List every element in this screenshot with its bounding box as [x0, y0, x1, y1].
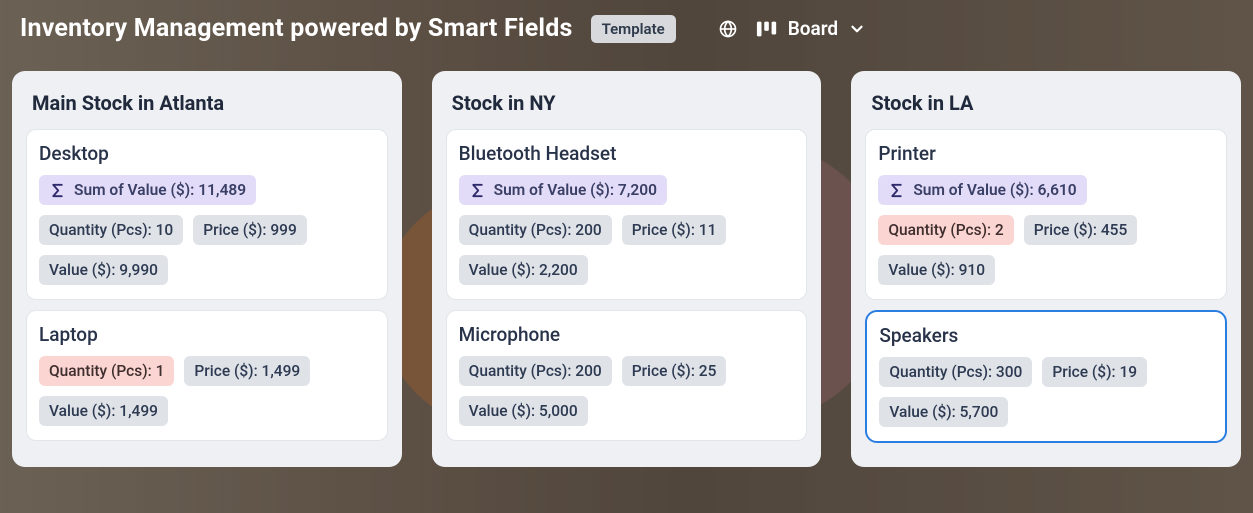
price-tag: Price ($): 455 [1024, 215, 1138, 245]
sum-text: Sum of Value ($): 11,489 [74, 181, 246, 199]
quantity-tag: Quantity (Pcs): 200 [459, 215, 612, 245]
sum-tag: Sum of Value ($): 6,610 [878, 175, 1086, 205]
price-tag: Price ($): 25 [622, 356, 727, 386]
column-title: Main Stock in Atlanta [26, 85, 388, 129]
board-column: Main Stock in Atlanta Desktop Sum of Value… [12, 71, 402, 467]
tag-row: Quantity (Pcs): 300 Price ($): 19 [879, 357, 1213, 387]
value-tag: Value ($): 910 [878, 255, 995, 285]
value-tag: Value ($): 2,200 [459, 255, 588, 285]
card-title: Microphone [459, 323, 795, 346]
sigma-icon [888, 182, 905, 199]
value-tag: Value ($): 9,990 [39, 255, 168, 285]
quantity-tag: Quantity (Pcs): 1 [39, 356, 174, 386]
tag-row: Value ($): 1,499 [39, 396, 375, 426]
tag-row: Quantity (Pcs): 200 Price ($): 11 [459, 215, 795, 245]
price-tag: Price ($): 1,499 [184, 356, 310, 386]
sigma-icon [49, 182, 66, 199]
sum-text: Sum of Value ($): 6,610 [913, 181, 1076, 199]
tag-row: Value ($): 5,700 [879, 397, 1213, 427]
card-title: Bluetooth Headset [459, 142, 795, 165]
price-tag: Price ($): 11 [622, 215, 727, 245]
board-icon [756, 19, 778, 39]
tag-row: Quantity (Pcs): 2 Price ($): 455 [878, 215, 1214, 245]
tag-row: Quantity (Pcs): 200 Price ($): 25 [459, 356, 795, 386]
column-title: Stock in LA [865, 85, 1227, 129]
globe-icon[interactable] [718, 19, 738, 39]
sum-text: Sum of Value ($): 7,200 [494, 181, 657, 199]
card-title: Laptop [39, 323, 375, 346]
tag-row: Value ($): 9,990 [39, 255, 375, 285]
tag-row: Value ($): 5,000 [459, 396, 795, 426]
quantity-tag: Quantity (Pcs): 10 [39, 215, 183, 245]
card[interactable]: Laptop Quantity (Pcs): 1 Price ($): 1,499 V… [26, 310, 388, 441]
tag-row: Quantity (Pcs): 10 Price ($): 999 [39, 215, 375, 245]
card[interactable]: Bluetooth Headset Sum of Value ($): 7,200… [446, 129, 808, 300]
view-switcher[interactable]: Board [756, 17, 866, 40]
card-title: Desktop [39, 142, 375, 165]
tag-row: Value ($): 2,200 [459, 255, 795, 285]
card[interactable]: Printer Sum of Value ($): 6,610 Quantity (… [865, 129, 1227, 300]
template-badge[interactable]: Template [591, 15, 676, 43]
sum-tag: Sum of Value ($): 7,200 [459, 175, 667, 205]
tag-row: Quantity (Pcs): 1 Price ($): 1,499 [39, 356, 375, 386]
page-title: Inventory Management powered by Smart Fi… [20, 14, 573, 43]
value-tag: Value ($): 5,700 [879, 397, 1008, 427]
board: Main Stock in Atlanta Desktop Sum of Value… [0, 53, 1253, 479]
card[interactable]: Speakers Quantity (Pcs): 300 Price ($): 19… [865, 310, 1227, 443]
tag-row: Sum of Value ($): 11,489 [39, 175, 375, 205]
board-column: Stock in LA Printer Sum of Value ($): 6,61… [851, 71, 1241, 467]
quantity-tag: Quantity (Pcs): 300 [879, 357, 1032, 387]
tag-row: Sum of Value ($): 7,200 [459, 175, 795, 205]
header-bar: Inventory Management powered by Smart Fi… [0, 0, 1253, 53]
price-tag: Price ($): 19 [1042, 357, 1147, 387]
value-tag: Value ($): 5,000 [459, 396, 588, 426]
card-title: Speakers [879, 324, 1213, 347]
tag-row: Value ($): 910 [878, 255, 1214, 285]
board-column: Stock in NY Bluetooth Headset Sum of Value… [432, 71, 822, 467]
sigma-icon [469, 182, 486, 199]
tag-row: Sum of Value ($): 6,610 [878, 175, 1214, 205]
sum-tag: Sum of Value ($): 11,489 [39, 175, 256, 205]
view-label: Board [788, 17, 838, 40]
card[interactable]: Microphone Quantity (Pcs): 200 Price ($): … [446, 310, 808, 441]
chevron-down-icon [848, 20, 866, 38]
quantity-tag: Quantity (Pcs): 2 [878, 215, 1013, 245]
price-tag: Price ($): 999 [193, 215, 307, 245]
card[interactable]: Desktop Sum of Value ($): 11,489 Quantity … [26, 129, 388, 300]
app-root: { "header": { "title": "Inventory Manage… [0, 0, 1253, 513]
value-tag: Value ($): 1,499 [39, 396, 168, 426]
quantity-tag: Quantity (Pcs): 200 [459, 356, 612, 386]
column-title: Stock in NY [446, 85, 808, 129]
card-title: Printer [878, 142, 1214, 165]
